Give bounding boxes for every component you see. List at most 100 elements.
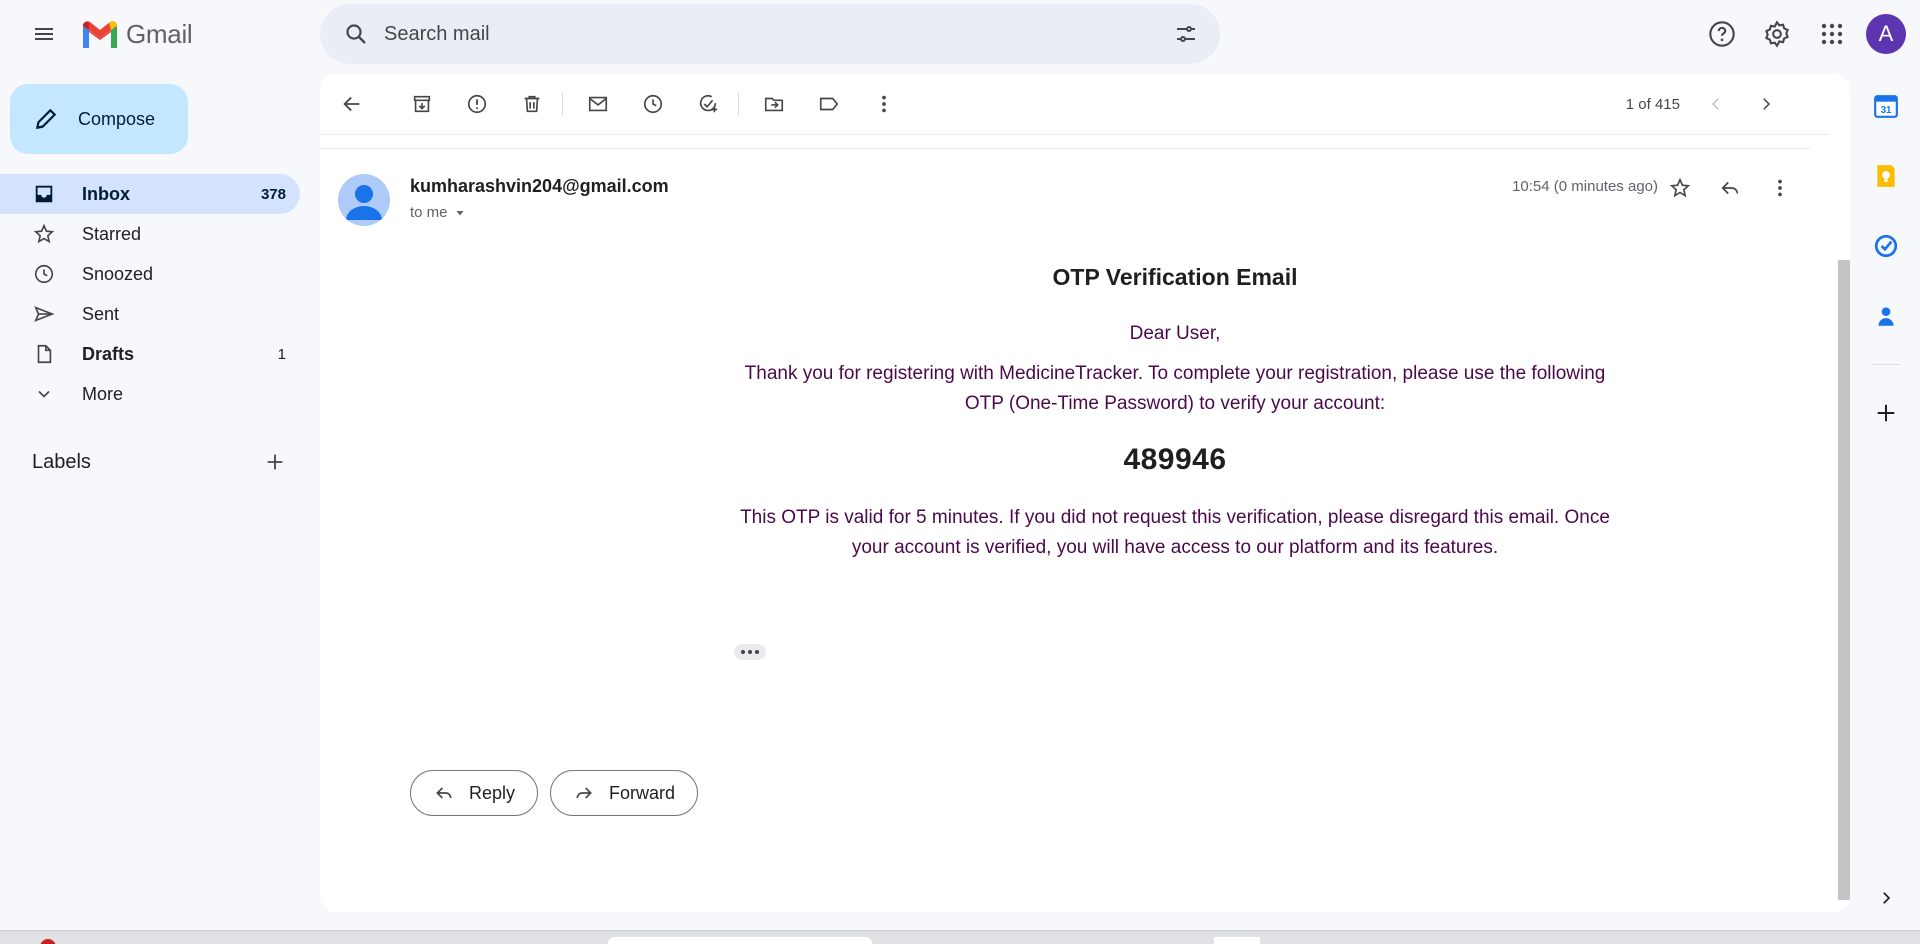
compose-label: Compose	[78, 108, 156, 129]
search-icon[interactable]	[336, 14, 376, 54]
draft-icon	[32, 342, 56, 366]
message-toolbar: 1 of 415	[320, 74, 1830, 134]
gmail-m-icon	[83, 21, 117, 48]
back-arrow-icon[interactable]	[332, 84, 372, 124]
app-name: Gmail	[126, 18, 193, 49]
delete-trash-icon[interactable]	[512, 84, 552, 124]
gmail-logo[interactable]: Gmail	[80, 16, 193, 52]
subject-divider-line	[320, 148, 1810, 149]
notification-badge[interactable]	[40, 939, 56, 944]
taskbar-app-button[interactable]	[1214, 937, 1260, 944]
reply-actions: Reply Forward	[410, 770, 699, 816]
recipient-details[interactable]: to me	[410, 204, 466, 221]
more-vertical-icon[interactable]	[864, 84, 904, 124]
older-chevron-right-icon[interactable]	[1746, 84, 1786, 124]
sidebar-item-drafts[interactable]: Drafts 1	[0, 334, 300, 374]
labels-section-header: Labels	[32, 448, 286, 476]
clock-icon	[32, 262, 56, 286]
message-header: kumharashvin204@gmail.com to me 10:54 (0…	[338, 174, 1818, 234]
tasks-icon[interactable]	[1864, 224, 1908, 268]
message-body: OTP Verification Email Dear User, Thank …	[740, 254, 1610, 563]
chevron-down-icon	[32, 382, 56, 406]
sidebar-item-label: Drafts	[82, 343, 135, 364]
sidebar-nav: Inbox 378 Starred Snoozed Sent Drafts 1 …	[0, 174, 300, 414]
hide-side-panel-chevron-icon[interactable]	[1870, 882, 1902, 914]
reply-icon	[433, 782, 455, 804]
email-paragraph-intro: Thank you for registering with MedicineT…	[744, 363, 1606, 414]
email-greeting: Dear User,	[1129, 323, 1221, 344]
os-taskbar	[0, 930, 1920, 944]
taskbar-search-pill[interactable]	[608, 937, 872, 944]
sidebar-item-starred[interactable]: Starred	[0, 214, 300, 254]
add-label-icon[interactable]	[264, 451, 286, 473]
archive-icon[interactable]	[402, 84, 442, 124]
toolbar-divider	[738, 92, 739, 116]
toolbar-divider	[562, 92, 563, 116]
pagination-count: 1 of 415	[1625, 95, 1680, 113]
sidebar-item-label: Sent	[82, 303, 120, 324]
recipient-label: to me	[410, 204, 448, 221]
send-icon	[32, 302, 56, 326]
settings-gear-icon[interactable]	[1753, 10, 1801, 58]
side-panel-divider	[1872, 364, 1900, 365]
forward-button[interactable]: Forward	[550, 770, 699, 816]
sidebar-item-sent[interactable]: Sent	[0, 294, 300, 334]
sidebar-item-label: More	[82, 383, 124, 404]
main-menu-button[interactable]	[24, 14, 64, 54]
person-icon	[346, 185, 382, 220]
email-paragraph-validity: This OTP is valid for 5 minutes. If you …	[740, 507, 1610, 558]
top-bar: Gmail A	[0, 0, 1920, 68]
caret-down-icon	[456, 210, 464, 215]
add-to-tasks-icon[interactable]	[688, 84, 728, 124]
sender-email[interactable]: kumharashvin204@gmail.com	[410, 176, 669, 197]
forward-icon	[573, 782, 595, 804]
reply-label: Reply	[469, 782, 516, 803]
compose-button[interactable]: Compose	[10, 84, 188, 154]
help-icon[interactable]	[1698, 10, 1746, 58]
get-addons-plus-icon[interactable]	[1864, 391, 1908, 435]
side-panel: 31	[1864, 84, 1908, 461]
search-bar	[320, 4, 1220, 64]
sidebar-item-label: Inbox	[82, 183, 130, 204]
hamburger-menu-icon	[35, 28, 53, 40]
labels-heading: Labels	[32, 450, 91, 473]
keep-notes-icon[interactable]	[1864, 154, 1908, 198]
label-tag-icon[interactable]	[809, 84, 849, 124]
forward-label: Forward	[609, 782, 676, 803]
mark-unread-icon[interactable]	[578, 84, 618, 124]
move-to-folder-icon[interactable]	[754, 84, 794, 124]
sidebar-item-snoozed[interactable]: Snoozed	[0, 254, 300, 294]
newer-chevron-left-icon[interactable]	[1696, 84, 1736, 124]
apps-grid-icon[interactable]	[1808, 10, 1856, 58]
sidebar-item-more[interactable]: More	[0, 374, 300, 414]
message-timestamp: 10:54 (0 minutes ago)	[1512, 178, 1658, 195]
sender-avatar[interactable]	[338, 174, 390, 226]
report-spam-icon[interactable]	[457, 84, 497, 124]
reply-arrow-icon[interactable]	[1710, 168, 1750, 208]
sidebar-item-inbox[interactable]: Inbox 378	[0, 174, 300, 214]
sidebar-item-label: Starred	[82, 223, 142, 244]
otp-code: 489946	[1123, 443, 1227, 476]
calendar-icon[interactable]: 31	[1864, 84, 1908, 128]
contacts-icon[interactable]	[1864, 294, 1908, 338]
unread-count: 378	[260, 185, 286, 203]
search-options-icon[interactable]	[1166, 14, 1206, 54]
email-heading: OTP Verification Email	[1052, 264, 1298, 290]
account-avatar[interactable]: A	[1866, 14, 1906, 54]
message-scrollbar[interactable]	[1838, 260, 1850, 900]
show-trimmed-content-button[interactable]	[734, 644, 766, 660]
calendar-day: 31	[1881, 105, 1892, 116]
star-message-icon[interactable]	[1660, 168, 1700, 208]
pagination: 1 of 415	[1626, 84, 1786, 124]
pencil-icon	[32, 105, 60, 133]
sidebar-item-label: Snoozed	[82, 263, 154, 284]
snooze-clock-icon[interactable]	[633, 84, 673, 124]
inbox-icon	[32, 182, 56, 206]
message-panel: 1 of 415 kumharashvin204@gmail.com to me…	[320, 74, 1850, 912]
toolbar-divider-line	[320, 134, 1830, 135]
search-input[interactable]	[384, 22, 1166, 46]
star-icon	[32, 222, 56, 246]
reply-button[interactable]: Reply	[410, 770, 539, 816]
item-count: 1	[277, 345, 286, 363]
message-more-vertical-icon[interactable]	[1760, 168, 1800, 208]
